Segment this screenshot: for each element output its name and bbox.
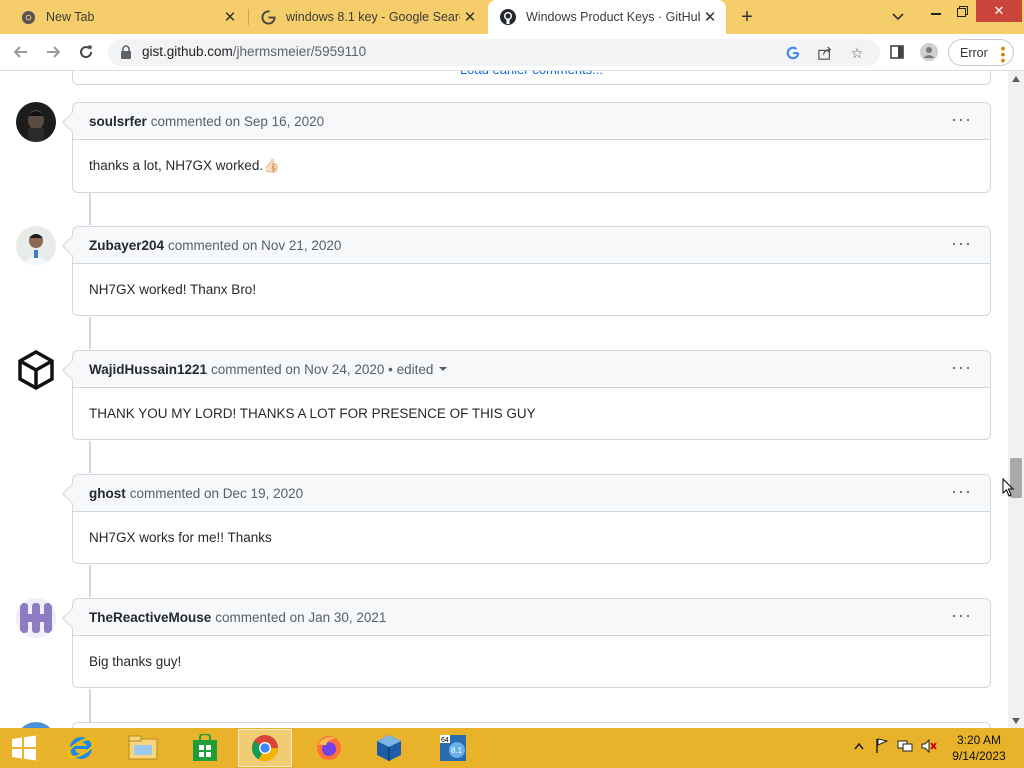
timeline-connector — [89, 441, 91, 473]
timeline-connector — [89, 317, 91, 349]
comment-timestamp[interactable]: commented on Nov 24, 2020 — [211, 362, 384, 377]
browser-error-button[interactable]: Error • • • — [948, 39, 1014, 68]
close-window-icon[interactable]: ✕ — [976, 0, 1022, 22]
comment-header: Zubayer204 commented on Nov 21, 2020 ··· — [73, 227, 990, 264]
lock-icon[interactable] — [120, 45, 134, 59]
chrome-taskbar-icon[interactable] — [238, 729, 292, 767]
windows-store-icon[interactable] — [178, 729, 232, 767]
comment-body: thanks a lot, NH7GX worked.👍🏻 — [89, 158, 280, 173]
comment-card: soulsrfer commented on Sep 16, 2020 ··· … — [62, 102, 991, 193]
comment-card: WajidHussain1221 commented on Nov 24, 20… — [62, 350, 991, 440]
internet-explorer-icon[interactable] — [54, 729, 108, 767]
github-icon — [500, 9, 516, 25]
restore-window-icon[interactable] — [947, 0, 977, 22]
svg-text:64: 64 — [441, 737, 449, 744]
more-options-icon[interactable]: ··· — [951, 606, 972, 624]
share-icon[interactable] — [816, 44, 834, 62]
comment-body: NH7GX works for me!! Thanks — [89, 530, 272, 545]
virtualbox-icon[interactable] — [362, 729, 416, 767]
tab-title: New Tab — [46, 10, 95, 24]
google-icon — [260, 9, 276, 25]
clock-date: 9/14/2023 — [952, 749, 1006, 763]
avatar[interactable] — [16, 350, 56, 390]
more-options-icon[interactable]: ··· — [951, 358, 972, 376]
url-host: gist.github.com — [142, 44, 233, 59]
edit-history-caret-icon[interactable] — [439, 367, 448, 371]
windows-start-icon[interactable] — [0, 729, 48, 767]
google-lens-icon[interactable] — [784, 44, 802, 62]
comment-author-link[interactable]: soulsrfer — [89, 114, 147, 129]
network-icon[interactable] — [897, 738, 913, 754]
load-earlier-comments-link[interactable]: Load earlier comments... — [72, 71, 991, 85]
comment-author-link[interactable]: WajidHussain1221 — [89, 362, 207, 377]
reload-icon[interactable] — [74, 40, 98, 64]
tab-search-chevron-icon[interactable] — [888, 8, 908, 26]
timeline-connector — [89, 565, 91, 597]
tab-title: Windows Product Keys · GitHub — [526, 10, 700, 24]
comment-author-link[interactable]: ghost — [89, 486, 126, 501]
url-text: gist.github.com/jhermsmeier/5959110 — [142, 44, 366, 59]
edited-indicator[interactable]: • edited — [388, 362, 433, 377]
system-clock[interactable]: 3:20 AM 9/14/2023 — [944, 732, 1014, 764]
tab-google-search[interactable]: windows 8.1 key - Google Search ✕ — [248, 0, 486, 34]
more-options-icon[interactable]: ··· — [951, 482, 972, 500]
avatar[interactable] — [16, 226, 56, 266]
show-hidden-icons-chevron-icon[interactable] — [851, 738, 867, 754]
svg-text:8.1: 8.1 — [451, 746, 463, 755]
error-label: Error — [960, 45, 988, 60]
file-explorer-icon[interactable] — [116, 729, 170, 767]
comment-header: soulsrfer commented on Sep 16, 2020 ··· — [73, 103, 990, 140]
address-bar[interactable]: gist.github.com/jhermsmeier/5959110 ☆ — [108, 39, 880, 66]
gist-comments-page: Load earlier comments... soulsrfer comme… — [0, 71, 1008, 728]
more-vertical-icon: • • • — [1000, 40, 1006, 68]
url-path: /jhermsmeier/5959110 — [232, 44, 367, 59]
comment-card: Zubayer204 commented on Nov 21, 2020 ···… — [62, 226, 991, 316]
comment-header: ghost commented on Dec 19, 2020 ··· — [73, 475, 990, 512]
close-tab-icon[interactable]: ✕ — [460, 7, 480, 27]
comment-body: THANK YOU MY LORD! THANKS A LOT FOR PRES… — [89, 406, 536, 421]
bookmark-star-icon[interactable]: ☆ — [848, 44, 866, 62]
comment-body: NH7GX worked! Thanx Bro! — [89, 282, 257, 297]
clock-time: 3:20 AM — [956, 733, 1002, 747]
more-options-icon[interactable]: ··· — [951, 234, 972, 252]
chrome-icon — [20, 9, 36, 25]
comment-timestamp[interactable]: commented on Dec 19, 2020 — [130, 486, 303, 501]
comment-header: TheReactiveMouse commented on Jan 30, 20… — [73, 599, 990, 636]
comment-timestamp[interactable]: commented on Sep 16, 2020 — [151, 114, 324, 129]
comment-card: ghost commented on Dec 19, 2020 ··· NH7G… — [62, 474, 991, 564]
new-tab-plus-icon[interactable]: + — [736, 6, 758, 28]
windows-taskbar: 64 8.1 3:20 AM 9/14/2023 — [0, 728, 1024, 768]
comment-timestamp[interactable]: commented on Nov 21, 2020 — [168, 238, 341, 253]
avatar[interactable] — [16, 598, 56, 638]
timeline-connector — [89, 193, 91, 225]
volume-muted-icon[interactable] — [921, 738, 937, 754]
comment-body: Big thanks guy! — [89, 654, 182, 669]
scroll-down-arrow-icon[interactable] — [1012, 718, 1020, 724]
close-tab-icon[interactable]: ✕ — [220, 7, 240, 27]
firefox-icon[interactable] — [302, 729, 356, 767]
forward-arrow-icon[interactable] — [41, 40, 65, 64]
side-panel-icon[interactable] — [887, 42, 907, 62]
windows-81-disc-icon[interactable]: 64 8.1 — [426, 729, 480, 767]
scroll-up-arrow-icon[interactable] — [1012, 76, 1020, 82]
comment-author-link[interactable]: Zubayer204 — [89, 238, 164, 253]
action-center-flag-icon[interactable] — [874, 738, 890, 754]
profile-avatar-icon[interactable] — [919, 42, 939, 62]
browser-tab-bar: New Tab ✕ windows 8.1 key - Google Searc… — [0, 0, 1024, 34]
more-options-icon[interactable]: ··· — [951, 110, 972, 128]
tab-new-tab[interactable]: New Tab ✕ — [8, 0, 246, 34]
page-scrollbar[interactable] — [1008, 71, 1024, 728]
comment-card: TheReactiveMouse commented on Jan 30, 20… — [62, 598, 991, 688]
mouse-cursor-icon — [1002, 477, 1015, 502]
close-tab-icon[interactable]: ✕ — [700, 7, 720, 27]
browser-toolbar: gist.github.com/jhermsmeier/5959110 ☆ Er… — [0, 34, 1024, 71]
comment-timestamp[interactable]: commented on Jan 30, 2021 — [215, 610, 386, 625]
avatar[interactable] — [16, 102, 56, 142]
tab-github-gist[interactable]: Windows Product Keys · GitHub ✕ — [488, 0, 726, 34]
tab-title: windows 8.1 key - Google Search — [286, 10, 460, 24]
comment-author-link[interactable]: TheReactiveMouse — [89, 610, 211, 625]
comment-header: WajidHussain1221 commented on Nov 24, 20… — [73, 351, 990, 388]
back-arrow-icon[interactable] — [9, 40, 33, 64]
